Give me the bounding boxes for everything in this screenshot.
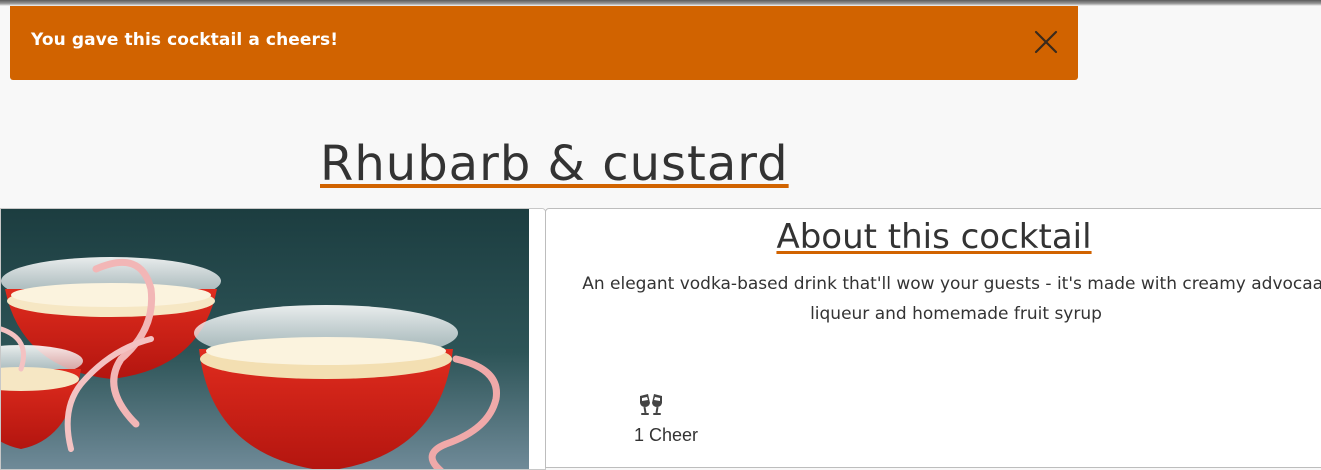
cheers-toast: You gave this cocktail a cheers!	[10, 6, 1078, 80]
cocktail-image	[0, 208, 546, 470]
about-description: An elegant vodka-based drink that'll wow…	[582, 274, 1321, 324]
about-heading: About this cocktail	[776, 217, 1092, 257]
cocktail-title: Rhubarb & custard	[320, 136, 789, 192]
cheers-count: 1 Cheer	[633, 425, 699, 445]
about-card: About this cocktail An elegant vodka-bas…	[545, 208, 1321, 468]
close-icon[interactable]	[1032, 28, 1060, 56]
clinking-glasses-icon[interactable]	[638, 393, 664, 417]
toast-message: You gave this cocktail a cheers!	[31, 30, 339, 50]
